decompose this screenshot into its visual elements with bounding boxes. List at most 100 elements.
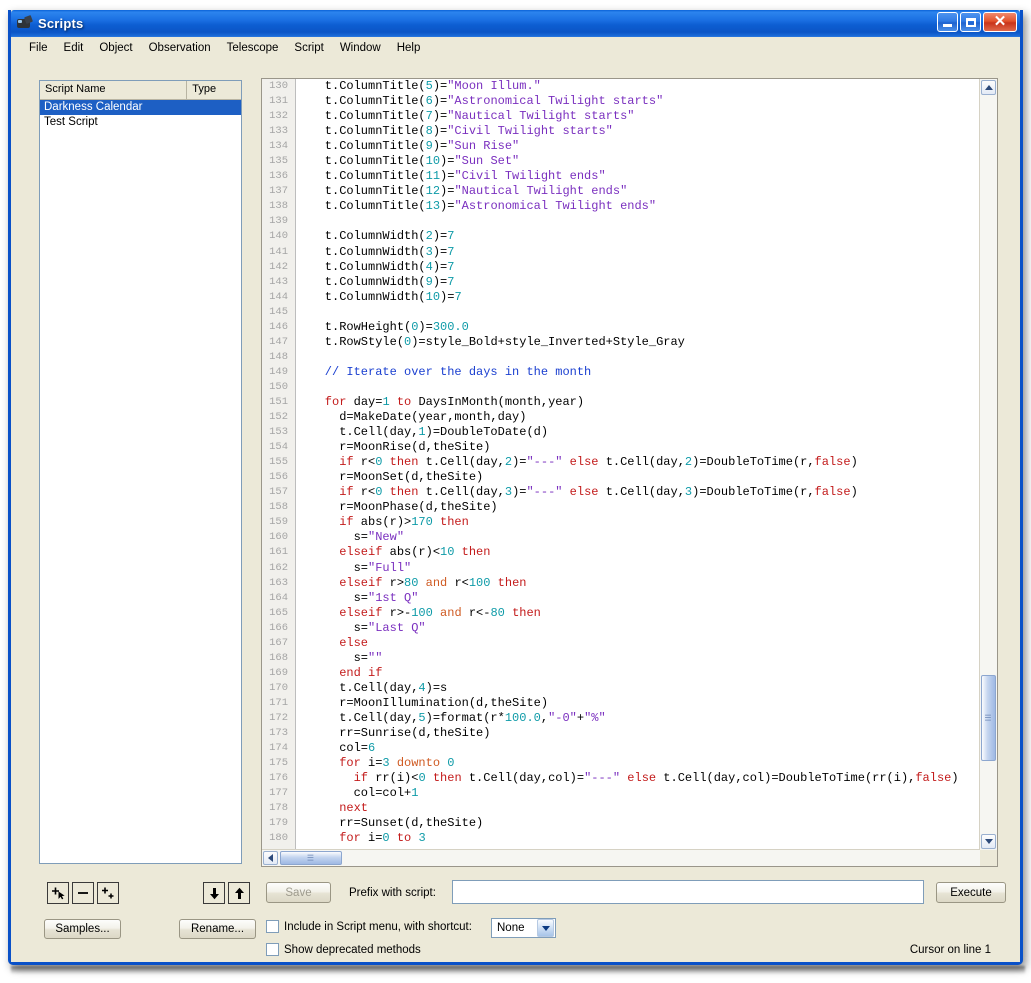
scroll-down-button[interactable] (981, 834, 996, 849)
code-token: "Civil Twilight ends" (454, 169, 606, 184)
code-token: 4 (418, 680, 426, 695)
code-token: t.ColumnTitle( (296, 79, 426, 93)
code-token: s= (296, 560, 369, 575)
code-line: 168 s="" (262, 651, 980, 666)
line-number: 152 (269, 411, 288, 424)
code-token: )= (432, 229, 448, 244)
script-list[interactable]: Script Name Type Darkness Calendar Test … (39, 80, 242, 864)
code-token: 8 (425, 124, 433, 139)
code-token: s= (296, 590, 369, 605)
code-line: 178 next (262, 801, 980, 816)
horizontal-scroll-thumb[interactable]: ☰ (280, 851, 342, 865)
code-token: then (504, 605, 541, 620)
menu-edit[interactable]: Edit (56, 40, 92, 56)
menu-help[interactable]: Help (389, 40, 429, 56)
code-token: t.Cell(day, (296, 425, 419, 440)
code-viewport[interactable]: 130 t.ColumnTitle(5)="Moon Illum." 131 t.… (262, 79, 980, 850)
code-token: and (418, 575, 448, 590)
code-line: 167 else (262, 636, 980, 651)
code-token: rr(i)< (368, 771, 419, 786)
menu-observation[interactable]: Observation (141, 40, 219, 56)
code-token: + (576, 710, 585, 725)
list-item[interactable]: Test Script (40, 115, 241, 130)
shortcut-select[interactable]: None (491, 918, 556, 938)
code-token: then (454, 545, 491, 560)
code-token: )= (440, 199, 455, 214)
code-line: 160 s="New" (262, 530, 980, 545)
code-line: 177 col=col+1 (262, 786, 980, 801)
code-token: and (432, 605, 462, 620)
code-token: t.ColumnTitle( (296, 124, 426, 139)
prefix-with-script-input[interactable] (452, 880, 924, 904)
code-token: 7 (425, 109, 433, 124)
remove-script-button[interactable] (72, 882, 94, 904)
scroll-up-button[interactable] (981, 80, 996, 95)
maximize-button[interactable] (960, 12, 981, 32)
menu-telescope[interactable]: Telescope (219, 40, 287, 56)
show-deprecated-methods-checkbox[interactable]: Show deprecated methods (266, 943, 421, 956)
vertical-scroll-thumb[interactable]: ☰ (981, 675, 996, 761)
code-text[interactable]: 130 t.ColumnTitle(5)="Moon Illum." 131 t.… (262, 79, 980, 846)
code-token: )= (440, 184, 455, 199)
chevron-down-icon[interactable] (537, 919, 554, 937)
menu-file[interactable]: File (21, 40, 56, 56)
rename-button[interactable]: Rename... (179, 919, 256, 939)
code-token: for (296, 756, 361, 771)
code-token: t.ColumnWidth( (296, 289, 426, 304)
code-token: "Astronomical Twilight ends" (454, 199, 657, 214)
scroll-left-button[interactable] (263, 851, 278, 865)
code-token: "1st Q" (368, 590, 419, 605)
client-area: Script Name Type Darkness Calendar Test … (11, 58, 1020, 962)
code-line: 175 for i=3 downto 0 (262, 756, 980, 771)
close-button[interactable]: ✕ (983, 12, 1017, 32)
code-editor[interactable]: 130 t.ColumnTitle(5)="Moon Illum." 131 t.… (261, 78, 998, 867)
samples-button[interactable]: Samples... (44, 919, 121, 939)
code-token: else (562, 485, 599, 500)
include-in-script-menu-checkbox[interactable]: Include in Script menu, with shortcut: (266, 920, 472, 933)
menu-script[interactable]: Script (286, 40, 331, 56)
move-up-button[interactable] (228, 882, 250, 904)
column-header-script-name[interactable]: Script Name (40, 81, 188, 99)
code-line: 163 elseif r>80 and r<100 then (262, 576, 980, 591)
editor-vertical-scrollbar[interactable]: ☰ (979, 79, 997, 850)
code-token: 7 (447, 229, 455, 244)
script-list-header: Script Name Type (40, 81, 241, 100)
code-token: 11 (425, 169, 441, 184)
code-token: t.Cell(day, (296, 710, 419, 725)
line-number: 137 (269, 185, 288, 198)
screen: Scripts ✕ File Edit Object Observation T… (0, 0, 1031, 983)
move-down-button[interactable] (203, 882, 225, 904)
code-line: 133 t.ColumnTitle(8)="Civil Twilight sta… (262, 124, 980, 139)
code-token: 300.0 (432, 319, 469, 334)
execute-button[interactable]: Execute (936, 882, 1006, 903)
menu-window[interactable]: Window (332, 40, 389, 56)
code-token: "Civil Twilight starts" (447, 124, 613, 139)
list-item[interactable]: Darkness Calendar (40, 100, 241, 115)
column-header-type[interactable]: Type (187, 81, 241, 99)
code-token: r=MoonPhase(d,theSite) (296, 500, 498, 515)
line-number: 131 (269, 95, 288, 108)
checkbox-box[interactable] (266, 920, 279, 933)
code-line: 172 t.Cell(day,5)=format(r*100.0,"-0"+"%… (262, 711, 980, 726)
minimize-button[interactable] (937, 12, 958, 32)
code-token: )=DoubleToTime(r, (692, 485, 815, 500)
line-number: 173 (269, 727, 288, 740)
code-token: 7 (447, 244, 455, 259)
menu-object[interactable]: Object (91, 40, 140, 56)
save-button[interactable]: Save (266, 882, 331, 903)
add-script-button[interactable] (47, 882, 69, 904)
title-bar[interactable]: Scripts ✕ (11, 10, 1020, 37)
code-token: 3 (382, 756, 390, 771)
line-number: 149 (269, 365, 288, 378)
code-token: false (814, 455, 851, 470)
code-token: t.ColumnWidth( (296, 259, 426, 274)
editor-horizontal-scrollbar[interactable]: ☰ (262, 849, 980, 866)
line-number: 166 (269, 621, 288, 634)
line-number: 133 (269, 125, 288, 138)
code-token: 1 (411, 786, 419, 801)
code-line: 135 t.ColumnTitle(10)="Sun Set" (262, 154, 980, 169)
duplicate-script-button[interactable] (97, 882, 119, 904)
checkbox-box[interactable] (266, 943, 279, 956)
line-number: 142 (269, 260, 288, 273)
code-token: for (296, 831, 361, 846)
